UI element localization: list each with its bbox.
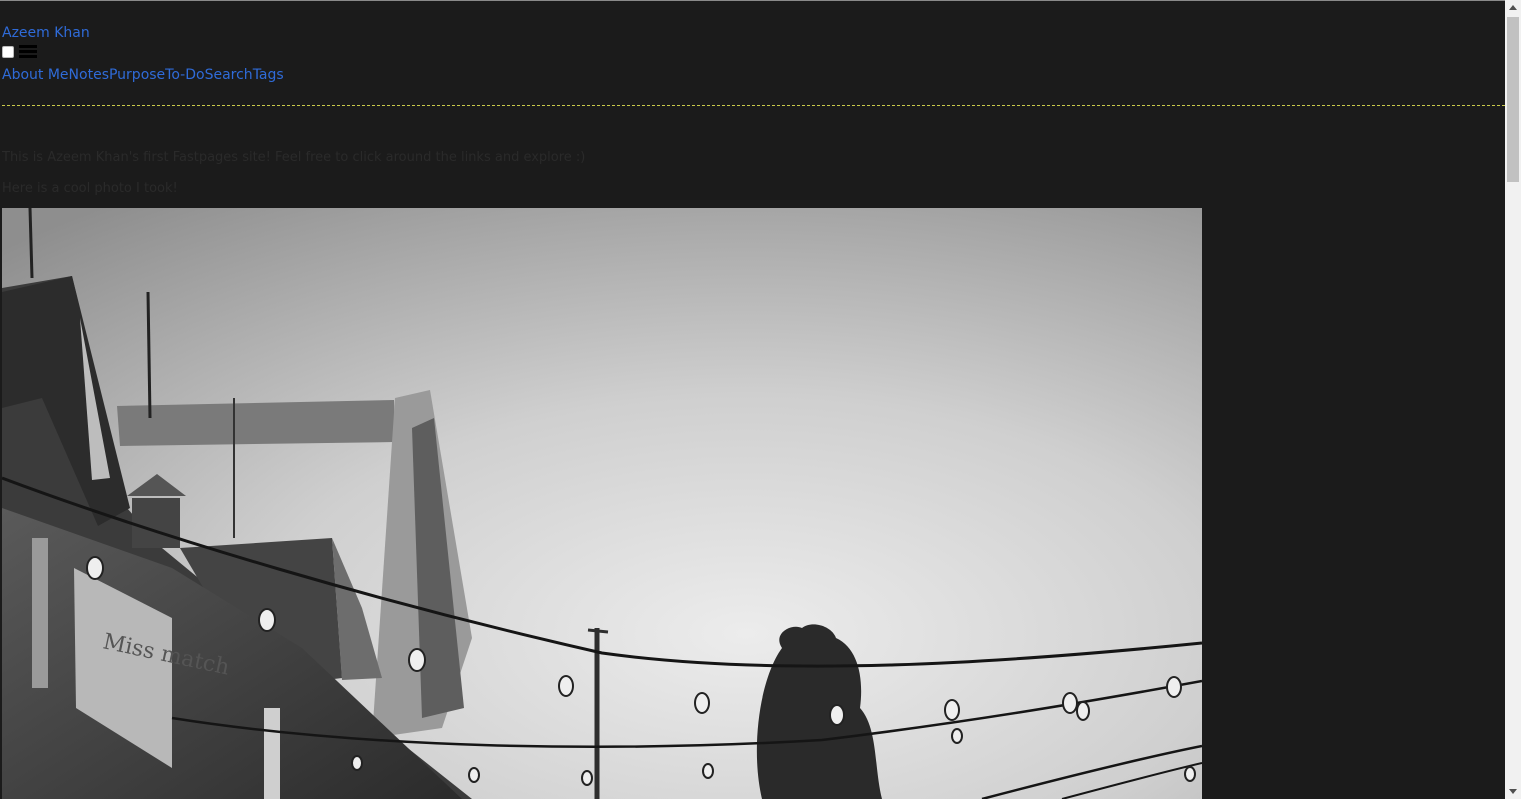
nav-link-purpose[interactable]: Purpose xyxy=(109,67,165,83)
page: Azeem Khan About MeNotesPurposeTo-DoSear… xyxy=(0,0,1505,799)
street-photo: Miss match xyxy=(2,208,1202,799)
photo-caption: Here is a cool photo I took! xyxy=(2,181,178,196)
scroll-up-arrow-icon[interactable] xyxy=(1509,5,1517,10)
nav-toggle-checkbox[interactable] xyxy=(2,46,14,58)
nav-menu: About MeNotesPurposeTo-DoSearchTags xyxy=(2,66,284,84)
site-title-link[interactable]: Azeem Khan xyxy=(2,24,90,42)
nav-link-tags[interactable]: Tags xyxy=(253,67,284,83)
scroll-down-arrow-icon[interactable] xyxy=(1509,789,1517,794)
intro-text: This is Azeem Khan's first Fastpages sit… xyxy=(2,150,586,165)
hamburger-icon[interactable] xyxy=(19,45,37,59)
scroll-thumb[interactable] xyxy=(1507,17,1519,182)
nav-link-search[interactable]: Search xyxy=(205,67,253,83)
nav-link-to-do[interactable]: To-Do xyxy=(165,67,204,83)
nav-link-notes[interactable]: Notes xyxy=(69,67,109,83)
vertical-scrollbar[interactable] xyxy=(1505,0,1521,799)
top-border xyxy=(0,0,1505,1)
nav-link-about-me[interactable]: About Me xyxy=(2,67,69,83)
header-divider xyxy=(2,105,1505,106)
